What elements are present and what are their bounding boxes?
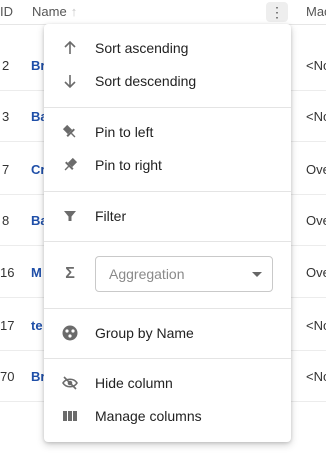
dropdown-caret-icon	[252, 272, 262, 277]
sort-ascending-item[interactable]: Sort ascending	[44, 31, 291, 65]
column-header-id[interactable]: ID	[0, 4, 13, 19]
manage-columns-label: Manage columns	[95, 408, 202, 424]
cell-id: 2	[2, 58, 10, 73]
pin-left-label: Pin to left	[95, 124, 154, 140]
grid-header: ID Name ↑ Mac ⋮	[0, 0, 326, 25]
divider	[44, 241, 291, 242]
cell-id: 16	[0, 265, 15, 280]
aggregation-select[interactable]: Aggregation	[95, 256, 273, 292]
pin-right-item[interactable]: Pin to right	[44, 148, 291, 182]
manage-columns-item[interactable]: Manage columns	[44, 399, 291, 433]
pin-right-label: Pin to right	[95, 157, 162, 173]
group-icon	[61, 324, 79, 342]
hide-column-item[interactable]: Hide column	[44, 366, 291, 400]
view-column-icon	[61, 407, 79, 425]
divider	[44, 107, 291, 108]
column-menu: Sort ascending Sort descending Pin to le…	[44, 24, 291, 442]
group-by-item[interactable]: Group by Name	[44, 316, 291, 350]
cell-mac: <No	[306, 109, 326, 124]
cell-name-link[interactable]: M	[31, 265, 42, 280]
arrow-down-icon	[61, 72, 79, 90]
group-by-label: Group by Name	[95, 325, 194, 341]
aggregation-placeholder: Aggregation	[109, 266, 185, 282]
column-header-name-label: Name	[32, 4, 67, 19]
filter-label: Filter	[95, 208, 127, 224]
cell-mac: <No	[306, 58, 326, 73]
sigma-icon: Σ	[65, 265, 75, 282]
cell-mac: Ove	[306, 162, 326, 177]
divider	[44, 308, 291, 309]
filter-icon	[61, 207, 79, 225]
filter-item[interactable]: Filter	[44, 199, 291, 233]
cell-name-link[interactable]: te	[31, 318, 43, 333]
visibility-off-icon	[61, 374, 79, 392]
divider	[44, 191, 291, 192]
cell-id: 17	[0, 318, 15, 333]
cell-mac: Ove	[306, 265, 326, 280]
column-header-mac[interactable]: Mac	[306, 4, 326, 19]
cell-mac: Ove	[306, 213, 326, 228]
pin-right-icon	[61, 156, 79, 174]
cell-id: 3	[2, 109, 10, 124]
pin-left-item[interactable]: Pin to left	[44, 115, 291, 149]
cell-id: 8	[2, 213, 10, 228]
cell-mac: <No	[306, 318, 326, 333]
sort-descending-item[interactable]: Sort descending	[44, 64, 291, 98]
arrow-up-icon[interactable]: ↑	[71, 4, 78, 19]
sort-ascending-label: Sort ascending	[95, 40, 189, 56]
divider	[44, 358, 291, 359]
pin-left-icon	[61, 123, 79, 141]
arrow-up-icon	[61, 39, 79, 57]
sort-descending-label: Sort descending	[95, 73, 197, 89]
hide-column-label: Hide column	[95, 375, 173, 391]
more-vert-icon[interactable]: ⋮	[266, 2, 288, 22]
cell-id: 7	[2, 162, 10, 177]
cell-mac: <No	[306, 369, 326, 384]
column-header-name[interactable]: Name ↑	[32, 4, 77, 19]
cell-id: 70	[0, 369, 15, 384]
